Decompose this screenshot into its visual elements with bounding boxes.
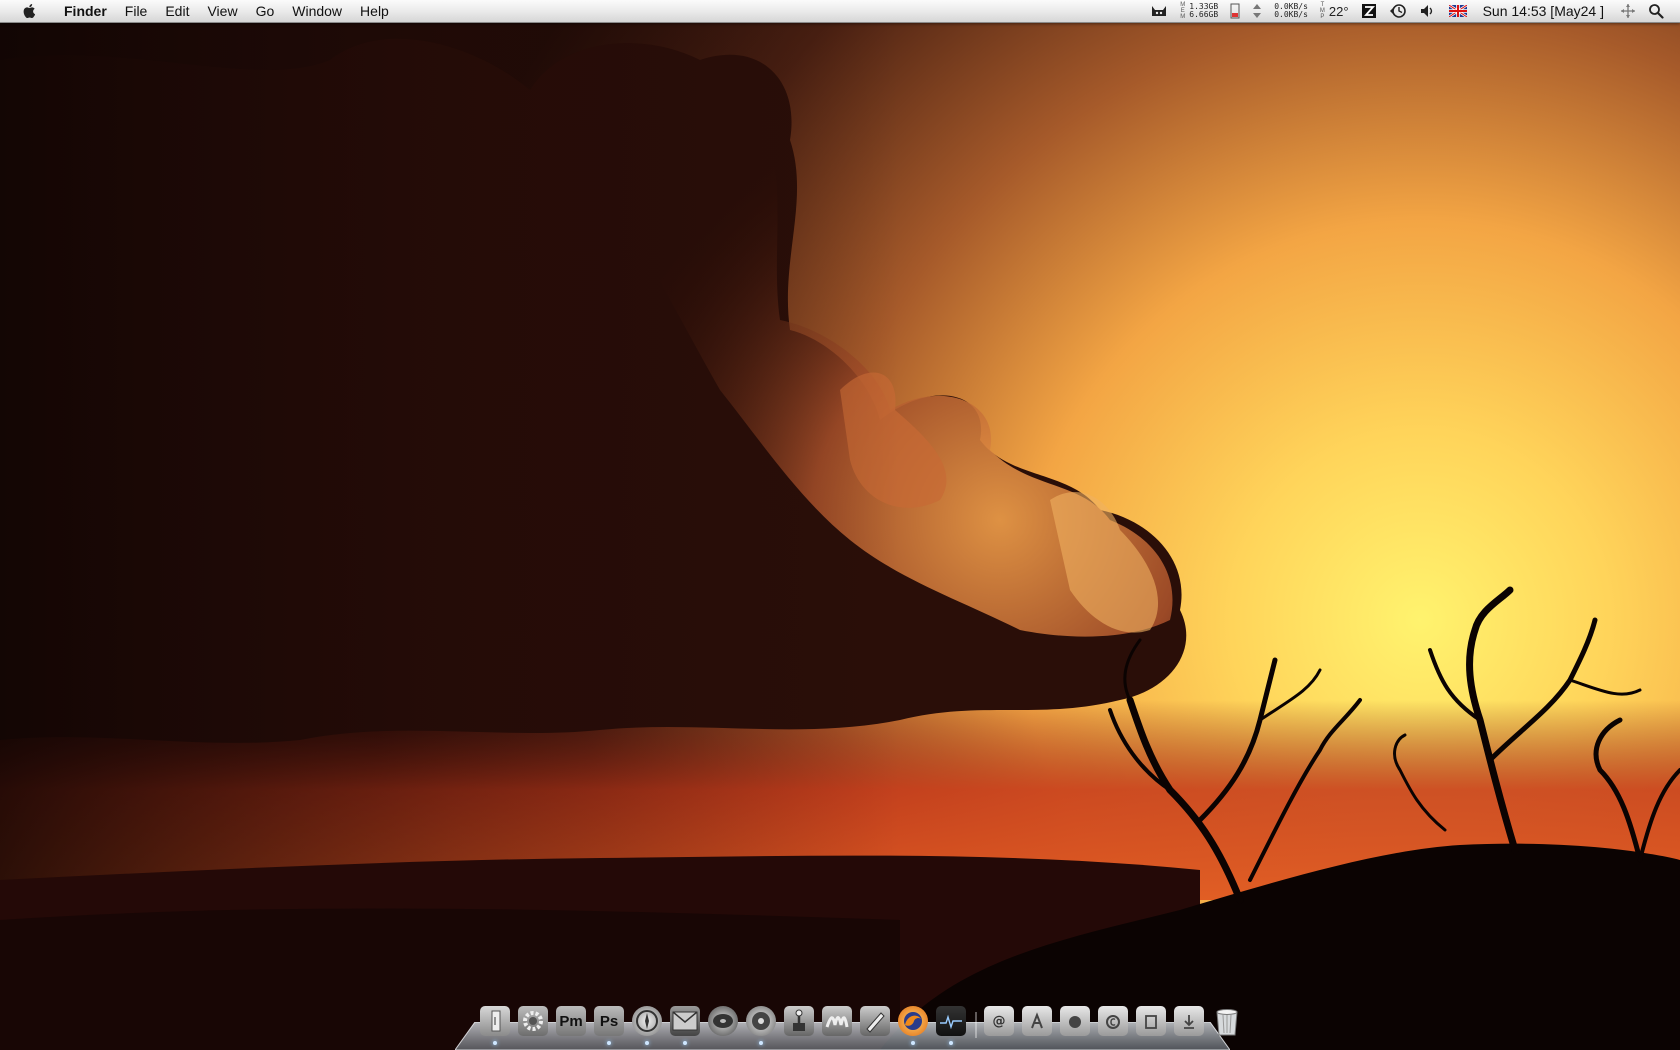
memory-meter-icon: MEM xyxy=(1180,2,1186,20)
menu-help[interactable]: Help xyxy=(351,0,398,22)
firefox-icon xyxy=(898,1006,928,1036)
ps-label: Ps xyxy=(599,1012,619,1030)
downloads-folder-icon xyxy=(1174,1006,1204,1036)
menubar-clock[interactable]: Sun 14:53 [May24 ] xyxy=(1473,3,1614,19)
memory-meter[interactable]: MEM 1.33GB 6.66GB xyxy=(1174,0,1224,22)
svg-text:@: @ xyxy=(993,1014,1006,1029)
activity-monitor-icon xyxy=(936,1006,966,1036)
dock-script[interactable] xyxy=(819,1004,855,1038)
pm-app-icon: Pm xyxy=(556,1006,586,1036)
running-indicator xyxy=(607,1041,611,1045)
documents-folder-icon xyxy=(1098,1006,1128,1036)
dock-utilities[interactable] xyxy=(781,1004,817,1038)
running-indicator xyxy=(493,1041,497,1045)
dock-pm[interactable]: Pm xyxy=(553,1004,589,1038)
uk-flag-icon[interactable] xyxy=(1443,0,1473,22)
dock-folder-downloads[interactable] xyxy=(1171,1004,1207,1038)
dock-separator xyxy=(971,1004,981,1038)
trash-icon xyxy=(1212,1006,1242,1036)
network-meter[interactable]: 0.0KB/s 0.0KB/s xyxy=(1268,0,1314,22)
dock-photoshop[interactable]: Ps xyxy=(591,1004,627,1045)
record-icon xyxy=(746,1006,776,1036)
menu-edit[interactable]: Edit xyxy=(156,0,198,22)
dock-folder-documents[interactable] xyxy=(1095,1004,1131,1038)
dock-mail[interactable] xyxy=(667,1004,703,1045)
dock-system-preferences[interactable] xyxy=(515,1004,551,1038)
movies-folder-icon xyxy=(1136,1006,1166,1036)
cat-icon[interactable] xyxy=(1144,0,1174,22)
gear-icon xyxy=(518,1006,548,1036)
running-indicator xyxy=(949,1041,953,1045)
menu-file[interactable]: File xyxy=(116,0,157,22)
memory-free: 6.66GB xyxy=(1189,10,1219,19)
finder-icon xyxy=(480,1006,510,1036)
dock-firefox[interactable] xyxy=(895,1004,931,1045)
disk-meter-icon[interactable] xyxy=(1224,0,1246,22)
dock-mirror[interactable] xyxy=(743,1004,779,1045)
dock-folder-applications[interactable] xyxy=(1019,1004,1055,1038)
dock-activity-monitor[interactable] xyxy=(933,1004,969,1045)
apple-menu-icon[interactable] xyxy=(16,0,40,22)
running-indicator xyxy=(683,1041,687,1045)
net-download: 0.0KB/s xyxy=(1274,10,1308,19)
pm-label: Pm xyxy=(559,1012,583,1030)
dock-folder-mail[interactable]: @ xyxy=(981,1004,1017,1038)
menu-view[interactable]: View xyxy=(198,0,246,22)
desktop[interactable] xyxy=(0,0,1680,1050)
menu-go[interactable]: Go xyxy=(247,0,284,22)
volume-icon[interactable] xyxy=(1413,0,1443,22)
running-indicator xyxy=(911,1041,915,1045)
dock-icons: Pm Ps @ xyxy=(477,1002,1247,1045)
running-indicator xyxy=(759,1041,763,1045)
pen-icon xyxy=(860,1006,890,1036)
dock: Pm Ps @ xyxy=(455,1002,1238,1050)
dock-folder-movies[interactable] xyxy=(1133,1004,1169,1038)
running-indicator xyxy=(645,1041,649,1045)
menu-window[interactable]: Window xyxy=(283,0,351,22)
dock-safari[interactable] xyxy=(629,1004,665,1045)
temperature-value: 22° xyxy=(1328,3,1349,19)
applications-folder-icon xyxy=(1022,1006,1052,1036)
temperature-icon: TMP xyxy=(1319,2,1325,20)
network-arrows-icon[interactable] xyxy=(1246,0,1268,22)
menu-bar: Finder File Edit View Go Window Help MEM… xyxy=(0,0,1680,23)
joystick-icon xyxy=(784,1006,814,1036)
zoom-app-icon[interactable] xyxy=(1355,0,1383,22)
music-disc-icon xyxy=(708,1006,738,1036)
script-icon xyxy=(822,1006,852,1036)
menu-app-name[interactable]: Finder xyxy=(54,0,116,22)
temperature-meter[interactable]: TMP 22° xyxy=(1314,0,1355,22)
time-machine-icon[interactable] xyxy=(1383,0,1413,22)
apple-folder-icon xyxy=(1060,1006,1090,1036)
compass-icon xyxy=(632,1006,662,1036)
dock-folder-apple[interactable] xyxy=(1057,1004,1093,1038)
envelope-icon xyxy=(670,1006,700,1036)
dock-itunes[interactable] xyxy=(705,1004,741,1038)
dock-pen[interactable] xyxy=(857,1004,893,1038)
move-icon[interactable] xyxy=(1614,0,1642,22)
ps-app-icon: Ps xyxy=(594,1006,624,1036)
at-folder-icon: @ xyxy=(984,1006,1014,1036)
spotlight-icon[interactable] xyxy=(1642,0,1680,22)
dock-trash[interactable] xyxy=(1209,1004,1245,1038)
dock-finder[interactable] xyxy=(477,1004,513,1045)
wallpaper-sunset-image xyxy=(0,0,1680,1050)
